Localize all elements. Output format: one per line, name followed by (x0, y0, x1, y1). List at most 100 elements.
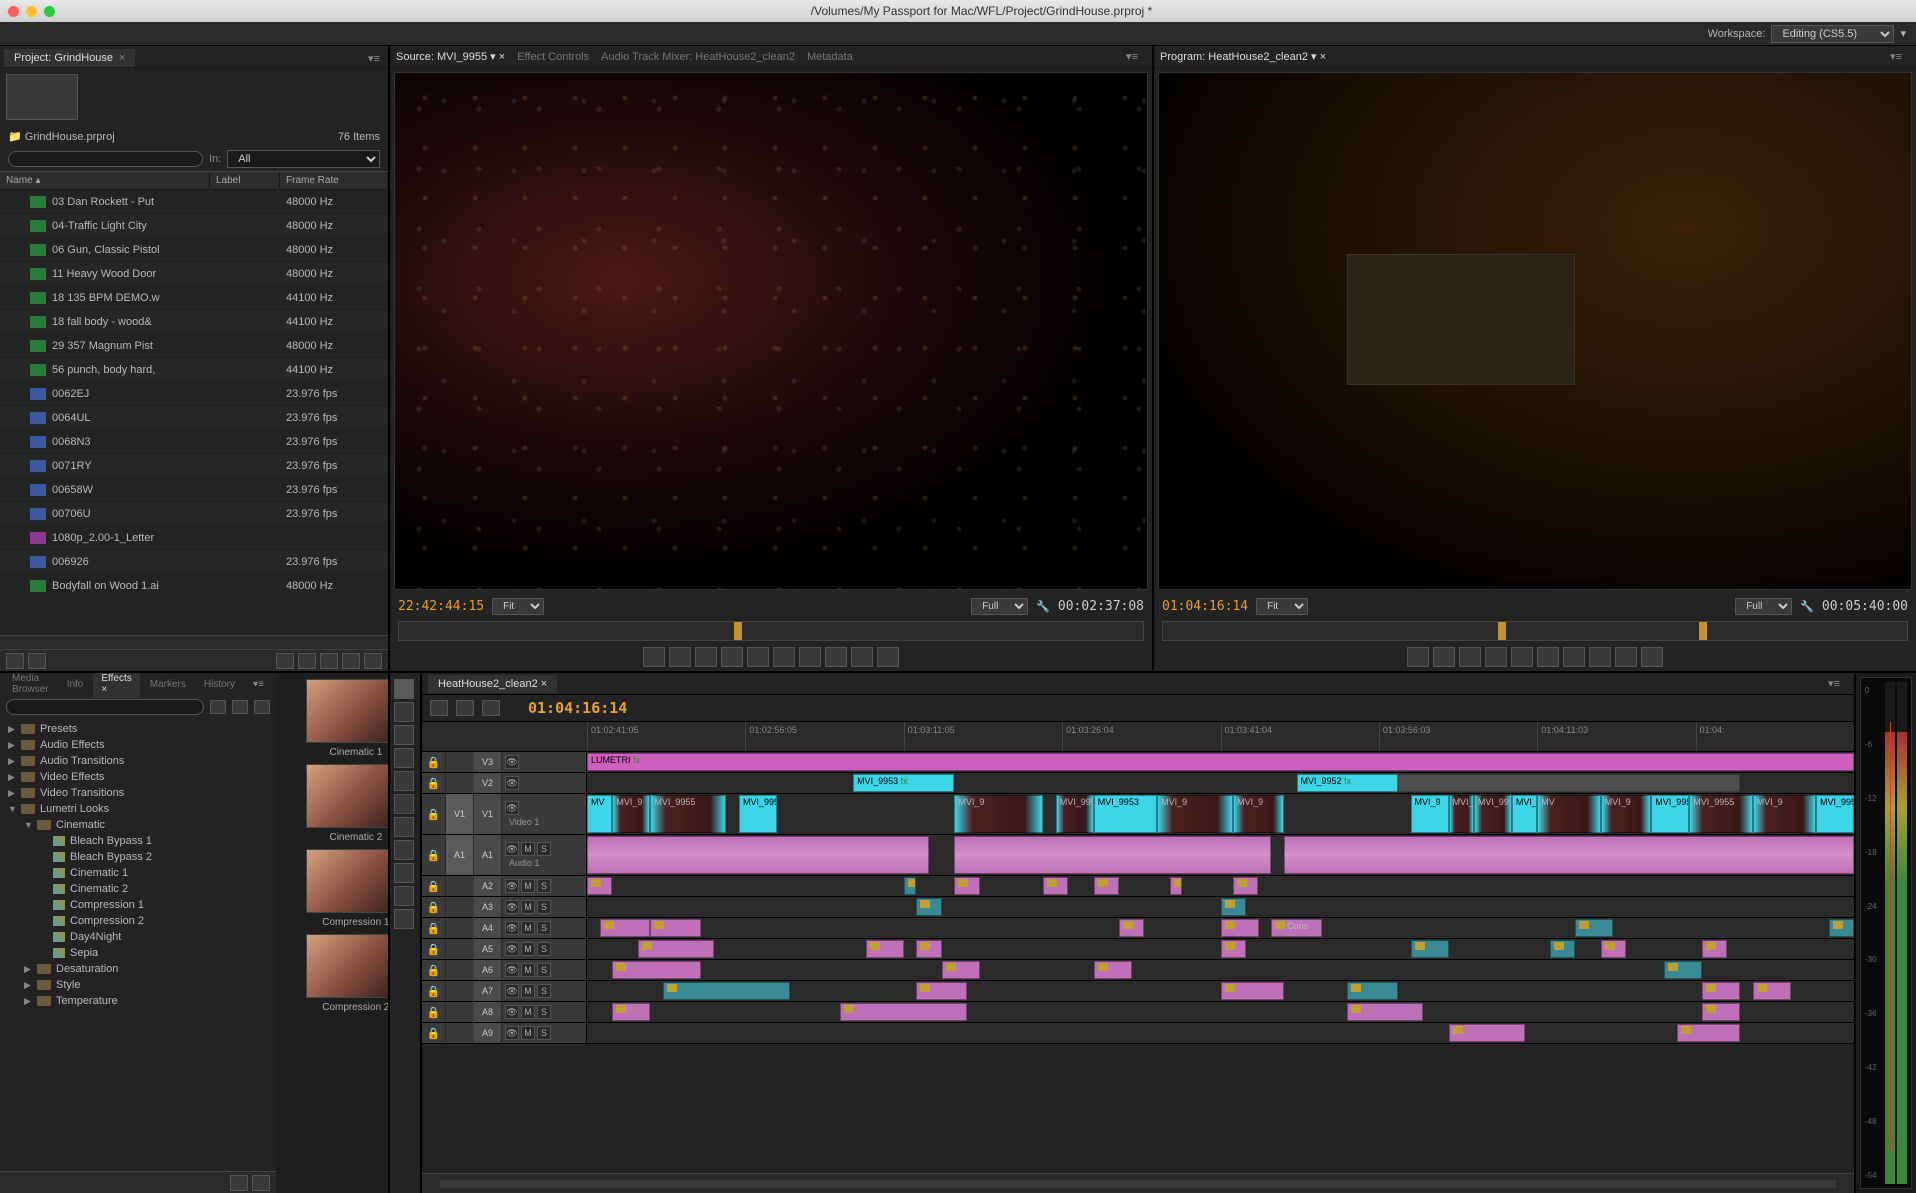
tree-item[interactable]: Compression 2 (4, 913, 272, 929)
disclosure-icon[interactable]: ▶ (24, 964, 32, 975)
clip[interactable] (1094, 877, 1119, 895)
tree-item[interactable]: ▼Lumetri Looks (4, 801, 272, 817)
eye-icon[interactable]: 👁 (505, 755, 519, 769)
clip[interactable] (1702, 940, 1727, 958)
clip[interactable] (954, 877, 979, 895)
clip[interactable] (663, 982, 790, 1000)
ripple-tool-icon[interactable] (394, 725, 414, 745)
clip[interactable]: MVI_9955 (1689, 795, 1752, 833)
clip[interactable]: MVI_9 (1601, 795, 1652, 833)
mute-toggle[interactable]: M (521, 1026, 535, 1040)
panel-menu-icon[interactable]: ▾≡ (1820, 675, 1848, 692)
extract-icon[interactable] (1615, 647, 1637, 667)
clip[interactable] (1221, 940, 1246, 958)
lock-icon[interactable]: 🔒 (422, 897, 446, 917)
audio-mixer-tab[interactable]: Audio Track Mixer: HeatHouse2_clean2 (601, 51, 795, 63)
solo-toggle[interactable]: S (537, 942, 551, 956)
hand-tool-icon[interactable] (394, 886, 414, 906)
source-canvas[interactable] (394, 72, 1148, 590)
yuv-badge-icon[interactable] (254, 700, 270, 714)
track-label[interactable]: V1 (474, 794, 502, 834)
track-label[interactable]: A5 (474, 939, 502, 959)
clip[interactable]: MVI_9955 (739, 795, 777, 833)
clip[interactable] (638, 940, 714, 958)
track-label[interactable]: A8 (474, 1002, 502, 1022)
clip[interactable] (1398, 774, 1740, 792)
clip[interactable] (866, 940, 904, 958)
solo-toggle[interactable]: S (537, 1026, 551, 1040)
solo-toggle[interactable]: S (537, 921, 551, 935)
look-thumbnail[interactable]: Compression 2 (282, 934, 388, 1013)
project-search-input[interactable] (8, 151, 203, 167)
eye-icon[interactable]: 👁 (505, 776, 519, 790)
wrench-icon[interactable]: 🔧 (1800, 600, 1814, 613)
razor-tool-icon[interactable] (394, 794, 414, 814)
new-bin-icon[interactable] (230, 1175, 248, 1191)
track-label[interactable]: A9 (474, 1023, 502, 1043)
track-label[interactable]: A2 (474, 876, 502, 896)
icon-view-icon[interactable] (28, 653, 46, 669)
pen-tool-icon[interactable] (394, 863, 414, 883)
go-out-icon[interactable] (799, 647, 821, 667)
col-framerate[interactable]: Frame Rate (280, 172, 388, 189)
mute-toggle[interactable]: M (521, 879, 535, 893)
clip[interactable] (650, 919, 701, 937)
timeline-ruler[interactable]: 01:02:41:0501:02:56:0501:03:11:0501:03:2… (422, 722, 1854, 752)
clip[interactable]: MVI_9 (954, 795, 1043, 833)
close-window[interactable] (8, 6, 19, 17)
track-patch[interactable]: V1 (446, 794, 474, 834)
clip[interactable] (1094, 961, 1132, 979)
eye-icon[interactable]: 👁 (505, 942, 519, 956)
mark-in-icon[interactable] (1407, 647, 1429, 667)
lock-icon[interactable]: 🔒 (422, 981, 446, 1001)
clip[interactable] (840, 1003, 967, 1021)
program-fit-select[interactable]: Fit (1256, 598, 1308, 615)
playhead[interactable] (1890, 722, 1891, 1151)
disclosure-icon[interactable]: ▶ (8, 756, 16, 767)
source-timecode-left[interactable]: 22:42:44:15 (398, 599, 484, 614)
clip[interactable]: MVI_9955 (1449, 795, 1474, 833)
effect-controls-tab[interactable]: Effect Controls (517, 51, 589, 63)
mute-toggle[interactable]: M (521, 900, 535, 914)
tree-item[interactable]: Cinematic 1 (4, 865, 272, 881)
clip[interactable]: Cons (1271, 919, 1322, 937)
tree-item[interactable]: ▶Presets (4, 721, 272, 737)
step-fwd-icon[interactable] (1537, 647, 1559, 667)
program-scrubber[interactable] (1162, 621, 1908, 641)
effects-tab-markers[interactable]: Markers (142, 676, 194, 693)
track-select-tool-icon[interactable] (394, 702, 414, 722)
snap-icon[interactable] (430, 700, 448, 716)
eye-icon[interactable]: 👁 (505, 963, 519, 977)
project-row[interactable]: 00706U23.976 fps (0, 502, 388, 526)
tree-item[interactable]: ▶Temperature (4, 993, 272, 1009)
clip[interactable] (587, 877, 612, 895)
clip[interactable] (600, 919, 651, 937)
clip[interactable] (1753, 982, 1791, 1000)
go-out-icon[interactable] (1563, 647, 1585, 667)
clip[interactable]: MVI_9953 fx (853, 774, 954, 792)
clip[interactable] (612, 1003, 650, 1021)
program-canvas[interactable] (1158, 72, 1912, 590)
tree-item[interactable]: ▶Video Transitions (4, 785, 272, 801)
clip[interactable] (1575, 919, 1613, 937)
eye-icon[interactable]: 👁 (505, 1005, 519, 1019)
sequence-tab[interactable]: HeatHouse2_clean2 × (428, 675, 557, 693)
clip[interactable]: MVI_9 (1753, 795, 1816, 833)
project-row[interactable]: 56 punch, body hard,44100 Hz (0, 358, 388, 382)
lock-icon[interactable]: 🔒 (422, 752, 446, 772)
panel-menu-icon[interactable]: ▾≡ (360, 50, 388, 67)
eye-icon[interactable]: 👁 (505, 879, 519, 893)
find-icon[interactable] (298, 653, 316, 669)
mark-out-icon[interactable] (1433, 647, 1455, 667)
clip[interactable] (1677, 1024, 1740, 1042)
effects-tab-history[interactable]: History (196, 676, 243, 693)
solo-toggle[interactable]: S (537, 900, 551, 914)
track-label[interactable]: A4 (474, 918, 502, 938)
eye-icon[interactable]: 👁 (505, 984, 519, 998)
clip[interactable] (1347, 1003, 1423, 1021)
source-fit-select[interactable]: Fit (492, 598, 544, 615)
close-tab-icon[interactable]: × (119, 52, 125, 64)
tree-item[interactable]: Cinematic 2 (4, 881, 272, 897)
tree-item[interactable]: Day4Night (4, 929, 272, 945)
look-thumbnail[interactable]: Cinematic 1 (282, 679, 388, 758)
